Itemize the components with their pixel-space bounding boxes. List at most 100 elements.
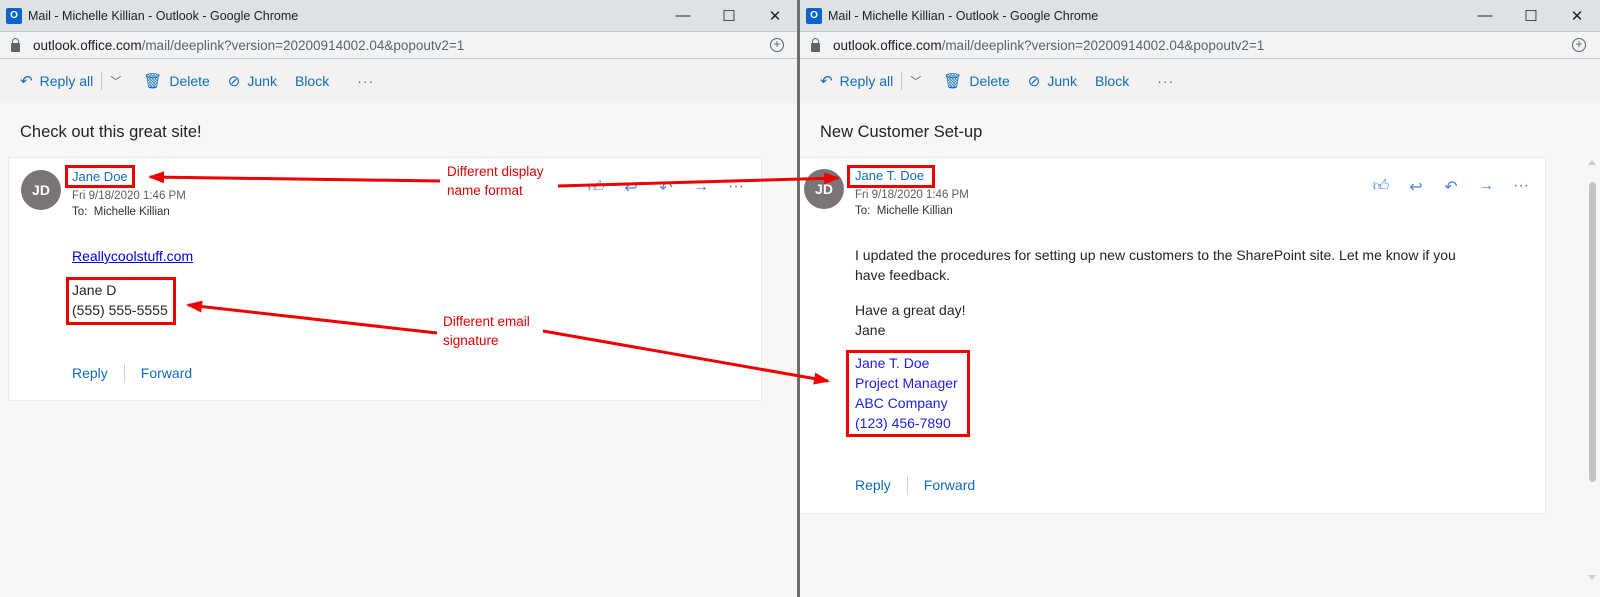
annotation-line: name format [447,183,523,198]
more-options-button[interactable]: ··· [357,73,374,89]
maximize-button[interactable]: ☐ [1508,0,1554,31]
highlight-box-left-signature [66,277,176,325]
delete-label: Delete [169,73,210,89]
scroll-up-arrow[interactable] [1588,160,1596,165]
junk-label: Junk [1047,73,1077,89]
zoom-plus-icon[interactable]: + [1572,38,1586,52]
junk-label: Junk [247,73,277,89]
outlook-icon: O [6,7,22,24]
url-domain: outlook.office.com [33,37,142,53]
right-browser-window: O Mail - Michelle Killian - Outlook - Go… [800,0,1600,597]
reply-all-icon: ↶ [820,73,833,90]
footer-divider [123,364,125,382]
junk-button[interactable]: ⊘ Junk [1028,72,1077,90]
junk-button[interactable]: ⊘ Junk [228,72,277,90]
avatar: JD [804,169,844,209]
address-bar[interactable]: outlook.office.com/mail/deeplink?version… [0,31,798,59]
more-icon[interactable]: ··· [1512,177,1530,197]
chevron-down-icon[interactable]: ﹀ [110,73,121,89]
message-footer: Reply Forward [855,476,975,494]
block-button[interactable]: Block [295,73,329,89]
message-footer: Reply Forward [72,364,192,382]
delete-button[interactable]: 🗑 Delete [143,72,210,90]
reply-all-button[interactable]: ↶ Reply all [820,72,893,90]
block-label: Block [1094,73,1130,89]
forward-icon[interactable]: → [692,178,710,198]
body-line: I updated the procedures for setting up … [855,247,1456,263]
scroll-thumb[interactable] [1589,182,1596,482]
scrollbar[interactable] [1586,160,1598,580]
block-label: Block [294,73,330,89]
address-bar[interactable]: outlook.office.com/mail/deeplink?version… [800,31,1600,59]
screenshot-stage: O Mail - Michelle Killian - Outlook - Go… [0,0,1600,597]
annotation-display-name: Different display name format [447,162,544,200]
highlight-box-left-name [65,165,135,188]
block-circle-icon: ⊘ [227,73,241,90]
chevron-down-icon[interactable]: ﹀ [910,73,921,89]
message-actions: 👍︎ ↩ ↶ → ··· [1372,177,1530,197]
annotation-signature: Different email signature [443,312,530,350]
recipient-name[interactable]: Michelle Killian [94,206,170,218]
close-button[interactable]: ✕ [752,0,798,31]
recipient-line: To: Michelle Killian [72,206,170,218]
forward-button[interactable]: Forward [141,365,192,381]
closing-line: Have a great day! [855,302,966,318]
maximize-button[interactable]: ☐ [706,0,752,31]
website-link[interactable]: Reallycoolstuff.com [72,248,193,264]
window-title: Mail - Michelle Killian - Outlook - Goog… [28,8,299,23]
annotation-line: Different email [443,314,530,329]
like-icon[interactable]: 👍︎ [1372,177,1390,197]
url-text[interactable]: outlook.office.com/mail/deeplink?version… [833,38,1264,53]
forward-button[interactable]: Forward [924,477,975,493]
url-domain: outlook.office.com [833,37,942,53]
recipient-line: To: Michelle Killian [855,205,953,217]
reply-all-label: Reply all [39,73,94,89]
reply-all-button[interactable]: ↶ Reply all [20,72,93,90]
annotation-line: signature [443,333,499,348]
url-text[interactable]: outlook.office.com/mail/deeplink?version… [33,38,464,53]
minimize-button[interactable]: — [1462,0,1508,31]
highlight-box-right-name [847,165,935,188]
recipient-name[interactable]: Michelle Killian [877,205,953,217]
reply-icon[interactable]: ↩ [1407,177,1425,197]
reply-all-icon[interactable]: ↶ [1442,177,1460,197]
title-bar: O Mail - Michelle Killian - Outlook - Go… [0,0,798,31]
more-options-button[interactable]: ··· [1157,73,1174,89]
message-date: Fri 9/18/2020 1:46 PM [72,190,186,202]
url-path: /mail/deeplink?version=20200914002.04&po… [941,37,1265,53]
reply-button[interactable]: Reply [72,365,108,381]
toolbar-divider [101,72,103,90]
highlight-box-right-signature [846,350,970,437]
reply-button[interactable]: Reply [855,477,891,493]
block-button[interactable]: Block [1095,73,1129,89]
delete-label: Delete [969,73,1010,89]
more-icon[interactable]: ··· [727,178,745,198]
trash-icon: 🗑 [943,73,963,90]
to-label: To: [72,206,88,218]
window-title: Mail - Michelle Killian - Outlook - Goog… [828,8,1099,23]
reply-all-icon: ↶ [20,73,33,90]
reply-icon[interactable]: ↩ [622,178,640,198]
zoom-plus-icon[interactable]: + [770,38,784,52]
annotation-line: Different display [447,164,544,179]
scroll-down-arrow[interactable] [1588,575,1596,580]
delete-button[interactable]: 🗑 Delete [943,72,1010,90]
message-closing: Have a great day! Jane [855,300,966,340]
message-toolbar: ↶ Reply all ﹀ 🗑 Delete ⊘ Junk Block ··· [0,59,798,103]
message-body: I updated the procedures for setting up … [855,245,1456,285]
toolbar-divider [901,72,903,90]
minimize-button[interactable]: — [660,0,706,31]
trash-icon: 🗑 [143,73,163,90]
reply-all-label: Reply all [839,73,894,89]
lock-icon [811,37,820,52]
lock-icon [11,37,20,52]
block-circle-icon: ⊘ [1027,73,1041,90]
outlook-icon: O [806,7,822,24]
close-button[interactable]: ✕ [1554,0,1600,31]
reply-all-icon[interactable]: ↶ [657,178,675,198]
closing-line: Jane [855,322,886,338]
message-date: Fri 9/18/2020 1:46 PM [855,189,969,201]
like-icon[interactable]: 👍︎ [587,178,605,198]
forward-icon[interactable]: → [1477,177,1495,197]
title-bar: O Mail - Michelle Killian - Outlook - Go… [800,0,1600,31]
